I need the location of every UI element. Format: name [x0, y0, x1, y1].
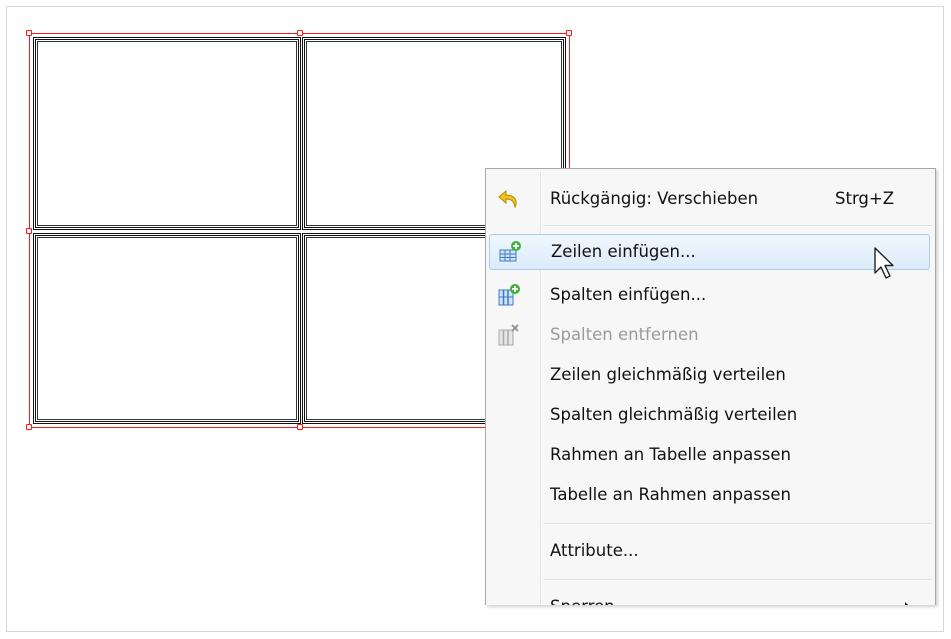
menu-item-undo[interactable]: Rückgängig: Verschieben Strg+Z	[489, 181, 930, 217]
undo-icon	[498, 189, 517, 209]
submenu-arrow-icon	[905, 602, 910, 605]
menu-item-distribute-rows[interactable]: Zeilen gleichmäßig verteilen	[489, 357, 930, 393]
menu-item-label: Tabelle an Rahmen anpassen	[550, 484, 792, 504]
resize-handle-top-left[interactable]	[26, 30, 32, 36]
mouse-cursor-icon	[874, 247, 894, 279]
menu-item-insert-rows[interactable]: Zeilen einfügen...	[489, 234, 930, 270]
menu-item-lock[interactable]: Sperren	[489, 589, 930, 605]
menu-item-label: Rahmen an Tabelle anpassen	[550, 444, 792, 464]
menu-item-label: Zeilen gleichmäßig verteilen	[550, 364, 786, 384]
menu-item-shortcut: Strg+Z	[835, 188, 895, 208]
resize-handle-bottom-center[interactable]	[297, 424, 303, 430]
menu-item-label: Spalten gleichmäßig verteilen	[550, 404, 798, 424]
menu-item-label: Sperren	[550, 597, 615, 605]
resize-handle-bottom-left[interactable]	[26, 424, 32, 430]
menu-separator	[543, 225, 931, 227]
insert-columns-icon	[498, 284, 520, 306]
resize-handle-top-center[interactable]	[297, 30, 303, 36]
menu-item-insert-columns[interactable]: Spalten einfügen...	[489, 277, 930, 313]
menu-item-fit-table-to-frame[interactable]: Tabelle an Rahmen anpassen	[489, 477, 930, 513]
menu-separator	[543, 579, 931, 581]
menu-separator	[543, 523, 931, 525]
menu-item-label: Spalten entfernen	[550, 324, 699, 344]
menu-item-label: Attribute...	[550, 540, 639, 560]
table-cell[interactable]	[33, 37, 301, 230]
insert-rows-icon	[499, 241, 521, 262]
table-cell[interactable]	[33, 233, 301, 424]
context-menu: Rückgängig: Verschieben Strg+Z Zeilen ei…	[485, 168, 936, 605]
menu-item-label: Zeilen einfügen...	[551, 241, 696, 261]
menu-item-attributes[interactable]: Attribute...	[489, 533, 930, 569]
menu-item-label: Spalten einfügen...	[550, 284, 707, 304]
resize-handle-top-right[interactable]	[566, 30, 572, 36]
delete-columns-icon	[498, 324, 519, 346]
menu-item-distribute-columns[interactable]: Spalten gleichmäßig verteilen	[489, 397, 930, 433]
menu-item-delete-columns[interactable]: Spalten entfernen	[489, 317, 930, 353]
menu-item-fit-frame-to-table[interactable]: Rahmen an Tabelle anpassen	[489, 437, 930, 473]
resize-handle-middle-left[interactable]	[26, 228, 32, 234]
menu-item-label: Rückgängig: Verschieben	[550, 188, 759, 208]
